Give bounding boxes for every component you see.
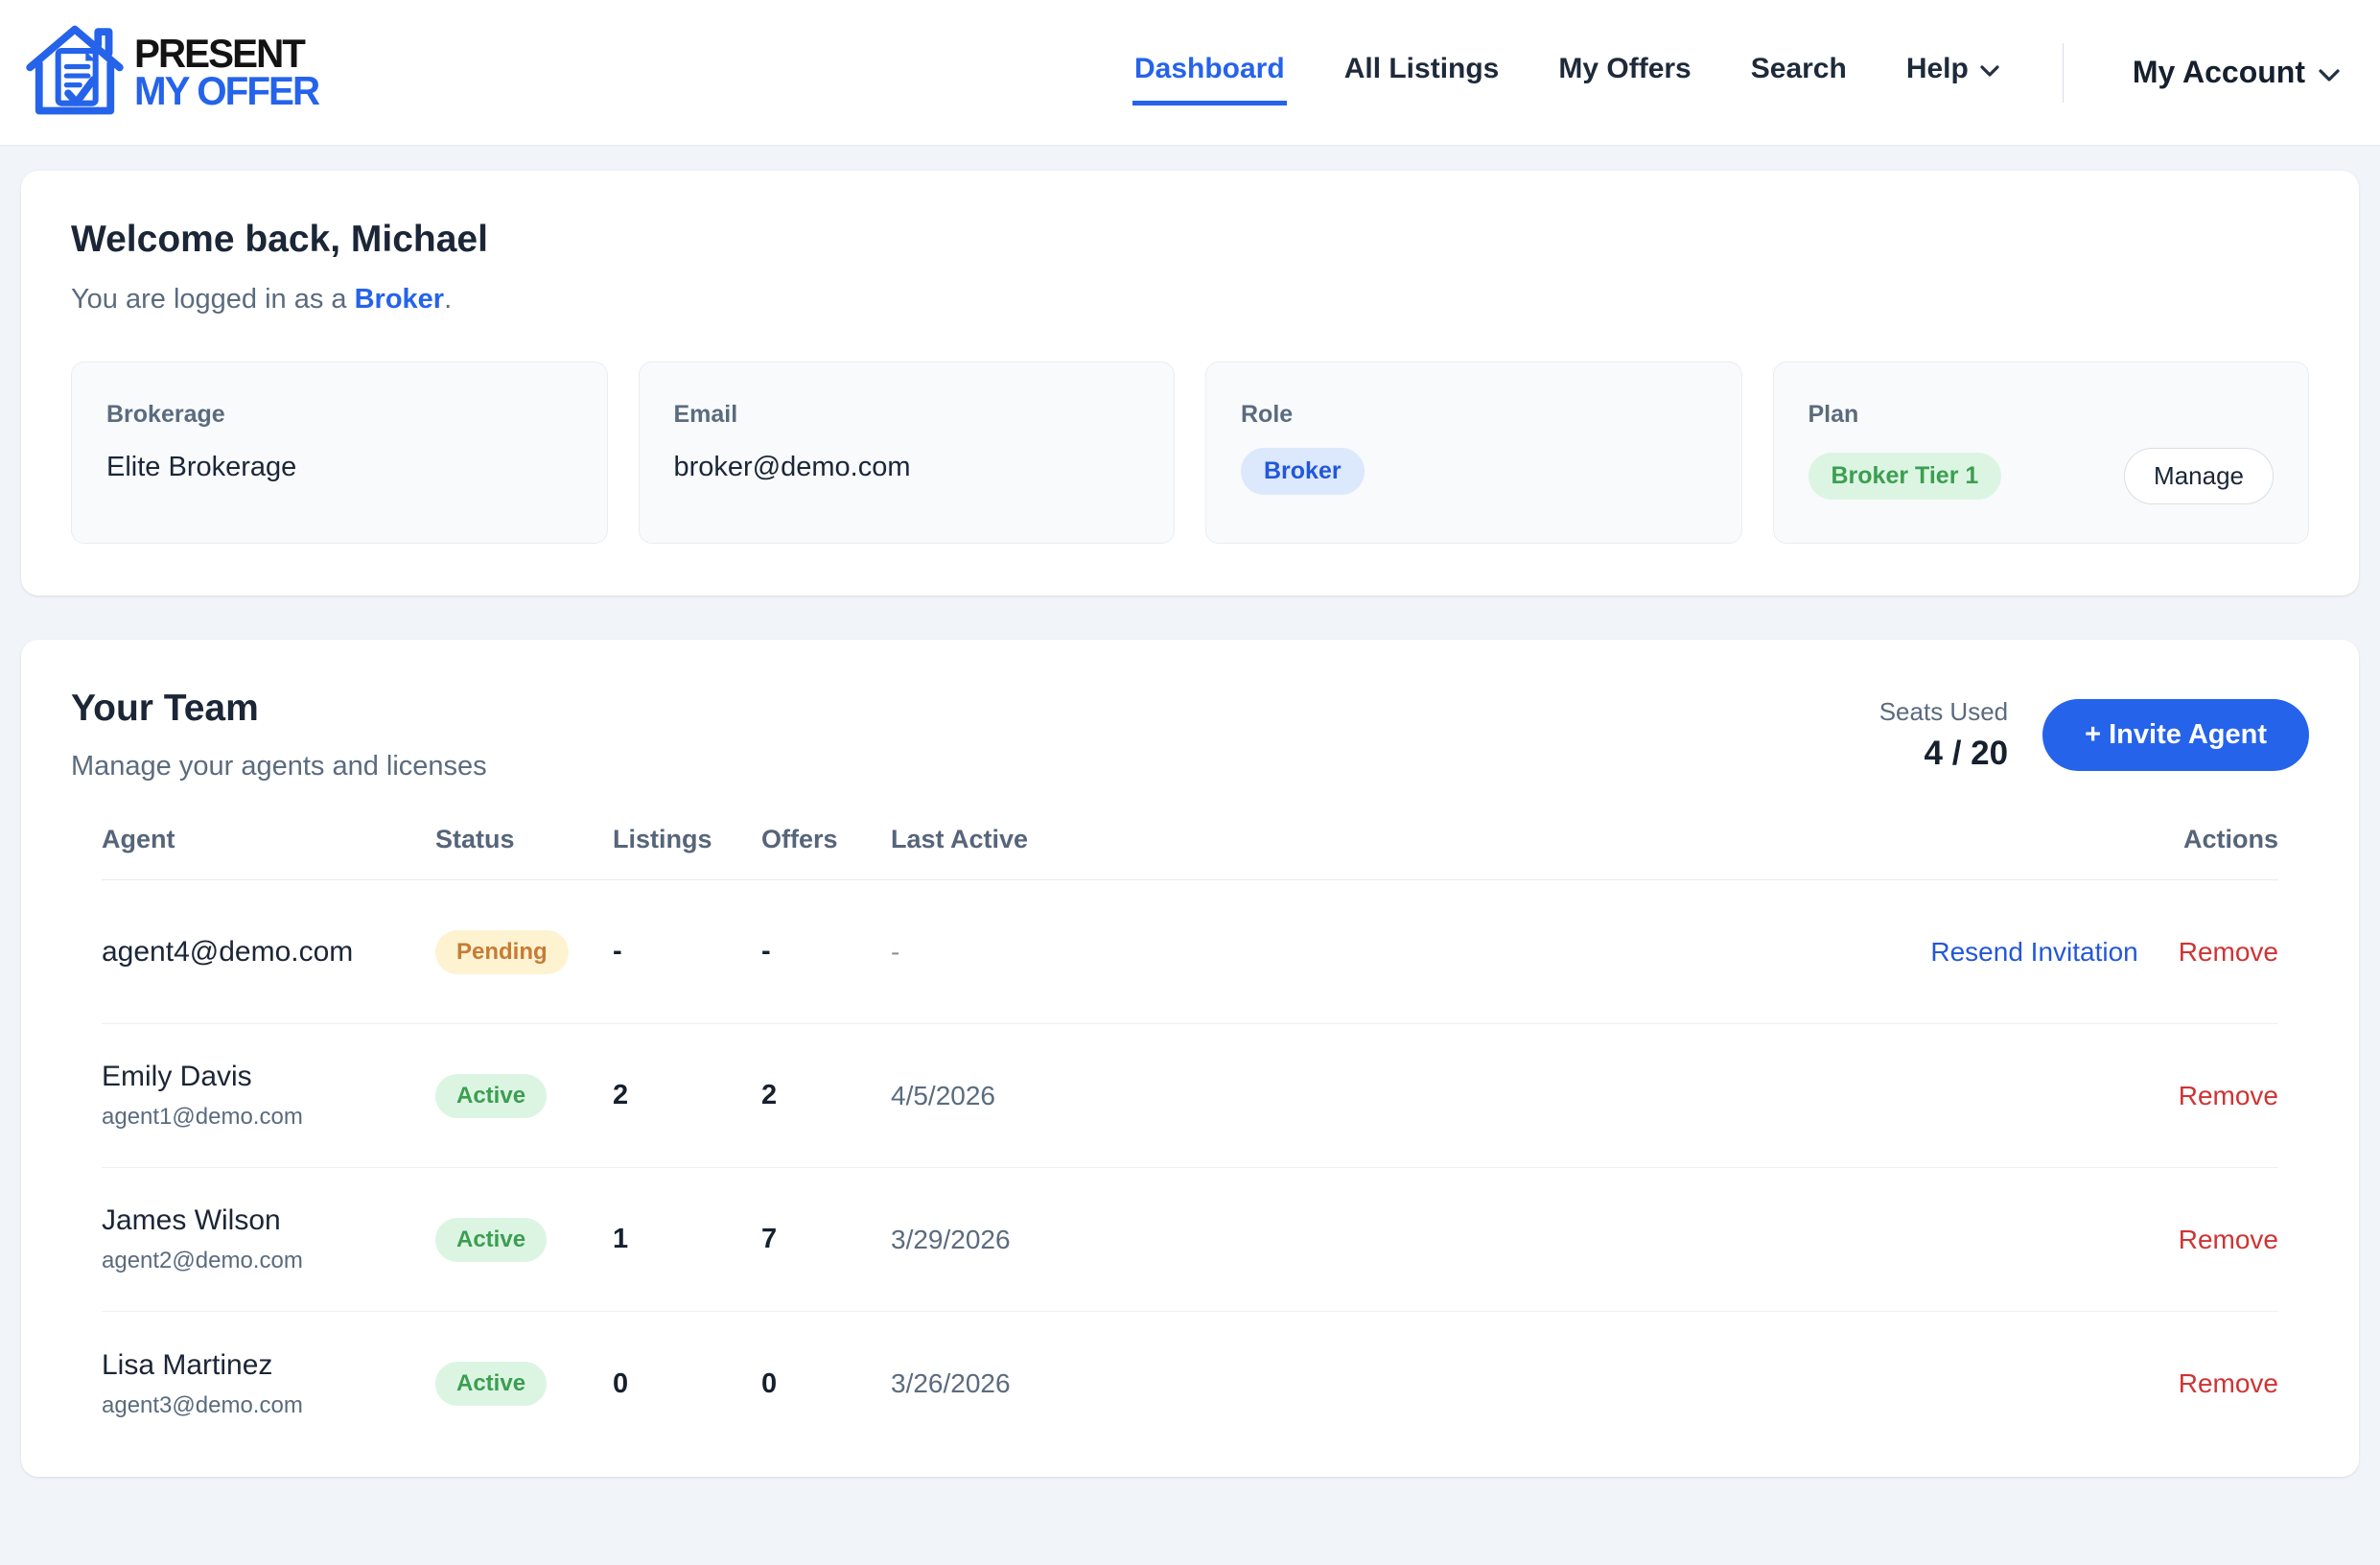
brokerage-value: Elite Brokerage (106, 452, 572, 483)
table-row-agent4: agent4@demo.com Pending - - - Resend Inv… (102, 880, 2278, 1024)
house-document-logo-icon (25, 20, 125, 125)
team-table-header: Agent Status Listings Offers Last Active… (102, 825, 2278, 880)
listings-count: 2 (613, 1080, 761, 1111)
nav-item-dashboard-label: Dashboard (1134, 53, 1285, 85)
my-account-label: My Account (2133, 55, 2305, 90)
welcome-card: Welcome back, Michael You are logged in … (21, 171, 2359, 596)
col-header-status: Status (435, 825, 613, 854)
remove-agent-link[interactable]: Remove (2179, 1225, 2278, 1255)
offers-count: 7 (761, 1224, 891, 1255)
col-header-actions: Actions (1818, 825, 2278, 854)
welcome-subtitle: You are logged in as a Broker. (71, 284, 2309, 315)
offers-count: - (761, 936, 891, 968)
info-card-email: Email broker@demo.com (639, 362, 1176, 544)
main-nav: Dashboard All Listings My Offers Search … (1132, 39, 2340, 105)
col-header-listings: Listings (613, 825, 761, 854)
team-card: Your Team Manage your agents and license… (21, 640, 2359, 1477)
table-row-james-wilson: James Wilson agent2@demo.com Active 1 7 … (102, 1168, 2278, 1312)
my-account-menu[interactable]: My Account (2125, 55, 2340, 90)
welcome-subtitle-role: Broker (355, 284, 445, 315)
status-badge-active: Active (435, 1218, 547, 1262)
agent-name: Lisa Martinez (102, 1349, 435, 1382)
last-active-date: 3/29/2026 (891, 1225, 1818, 1255)
offers-count: 2 (761, 1080, 891, 1111)
team-header: Your Team Manage your agents and license… (71, 688, 2309, 782)
team-table: Agent Status Listings Offers Last Active… (102, 825, 2278, 1456)
main-content: Welcome back, Michael You are logged in … (0, 146, 2380, 1502)
brokerage-label: Brokerage (106, 401, 572, 429)
last-active-date: - (891, 937, 1818, 968)
info-card-brokerage: Brokerage Elite Brokerage (71, 362, 608, 544)
agent-name: James Wilson (102, 1204, 435, 1237)
welcome-subtitle-prefix: You are logged in as a (71, 284, 355, 315)
info-card-role: Role Broker (1205, 362, 1742, 544)
col-header-offers: Offers (761, 825, 891, 854)
brand-wordmark: PRESENT MY OFFER (134, 35, 318, 109)
nav-item-search[interactable]: Search (1749, 39, 1849, 105)
nav-item-search-label: Search (1751, 53, 1847, 85)
last-active-date: 3/26/2026 (891, 1368, 1818, 1399)
role-badge: Broker (1241, 448, 1365, 495)
seats-used: Seats Used 4 / 20 (1879, 697, 2008, 773)
invite-agent-button[interactable]: + Invite Agent (2042, 699, 2309, 771)
email-value: broker@demo.com (674, 452, 1140, 483)
info-card-plan: Plan Broker Tier 1 Manage (1773, 362, 2310, 544)
team-title: Your Team (71, 688, 487, 730)
plan-badge: Broker Tier 1 (1808, 453, 2002, 500)
role-label: Role (1241, 401, 1707, 429)
status-badge-pending: Pending (435, 930, 569, 974)
agent-name: agent4@demo.com (102, 936, 435, 969)
account-info-grid: Brokerage Elite Brokerage Email broker@d… (71, 362, 2309, 544)
nav-item-my-offers[interactable]: My Offers (1556, 39, 1692, 105)
remove-agent-link[interactable]: Remove (2179, 937, 2278, 968)
agent-name: Emily Davis (102, 1061, 435, 1093)
table-row-emily-davis: Emily Davis agent1@demo.com Active 2 2 4… (102, 1024, 2278, 1168)
chevron-down-icon (2319, 55, 2340, 90)
manage-plan-button[interactable]: Manage (2124, 448, 2274, 504)
nav-divider (2063, 43, 2064, 103)
nav-item-help[interactable]: Help (1904, 39, 2001, 105)
resend-invitation-link[interactable]: Resend Invitation (1930, 937, 2137, 968)
col-header-last-active: Last Active (891, 825, 1818, 854)
nav-item-help-label: Help (1906, 53, 1969, 85)
nav-item-my-offers-label: My Offers (1558, 53, 1691, 85)
nav-item-all-listings-label: All Listings (1344, 53, 1500, 85)
team-subtitle: Manage your agents and licenses (71, 751, 487, 782)
plan-label: Plan (1808, 401, 2275, 429)
last-active-date: 4/5/2026 (891, 1081, 1818, 1111)
remove-agent-link[interactable]: Remove (2179, 1081, 2278, 1111)
app-header: PRESENT MY OFFER Dashboard All Listings … (0, 0, 2380, 146)
brand-wordmark-bottom: MY OFFER (134, 73, 318, 110)
seats-used-value: 4 / 20 (1879, 735, 2008, 773)
welcome-subtitle-suffix: . (444, 284, 452, 315)
col-header-agent: Agent (102, 825, 435, 854)
table-row-lisa-martinez: Lisa Martinez agent3@demo.com Active 0 0… (102, 1312, 2278, 1456)
chevron-down-icon (1980, 53, 1999, 85)
listings-count: - (613, 936, 761, 968)
listings-count: 1 (613, 1224, 761, 1255)
nav-item-dashboard[interactable]: Dashboard (1132, 39, 1287, 105)
listings-count: 0 (613, 1368, 761, 1400)
brand-logo[interactable]: PRESENT MY OFFER (25, 20, 326, 125)
remove-agent-link[interactable]: Remove (2179, 1368, 2278, 1399)
email-label: Email (674, 401, 1140, 429)
status-badge-active: Active (435, 1074, 547, 1118)
brand-wordmark-top: PRESENT (134, 35, 318, 73)
nav-item-all-listings[interactable]: All Listings (1342, 39, 1502, 105)
agent-email: agent2@demo.com (102, 1248, 435, 1274)
agent-email: agent3@demo.com (102, 1392, 435, 1419)
seats-used-label: Seats Used (1879, 697, 2008, 727)
status-badge-active: Active (435, 1362, 547, 1406)
welcome-title: Welcome back, Michael (71, 219, 2309, 261)
offers-count: 0 (761, 1368, 891, 1400)
agent-email: agent1@demo.com (102, 1104, 435, 1131)
